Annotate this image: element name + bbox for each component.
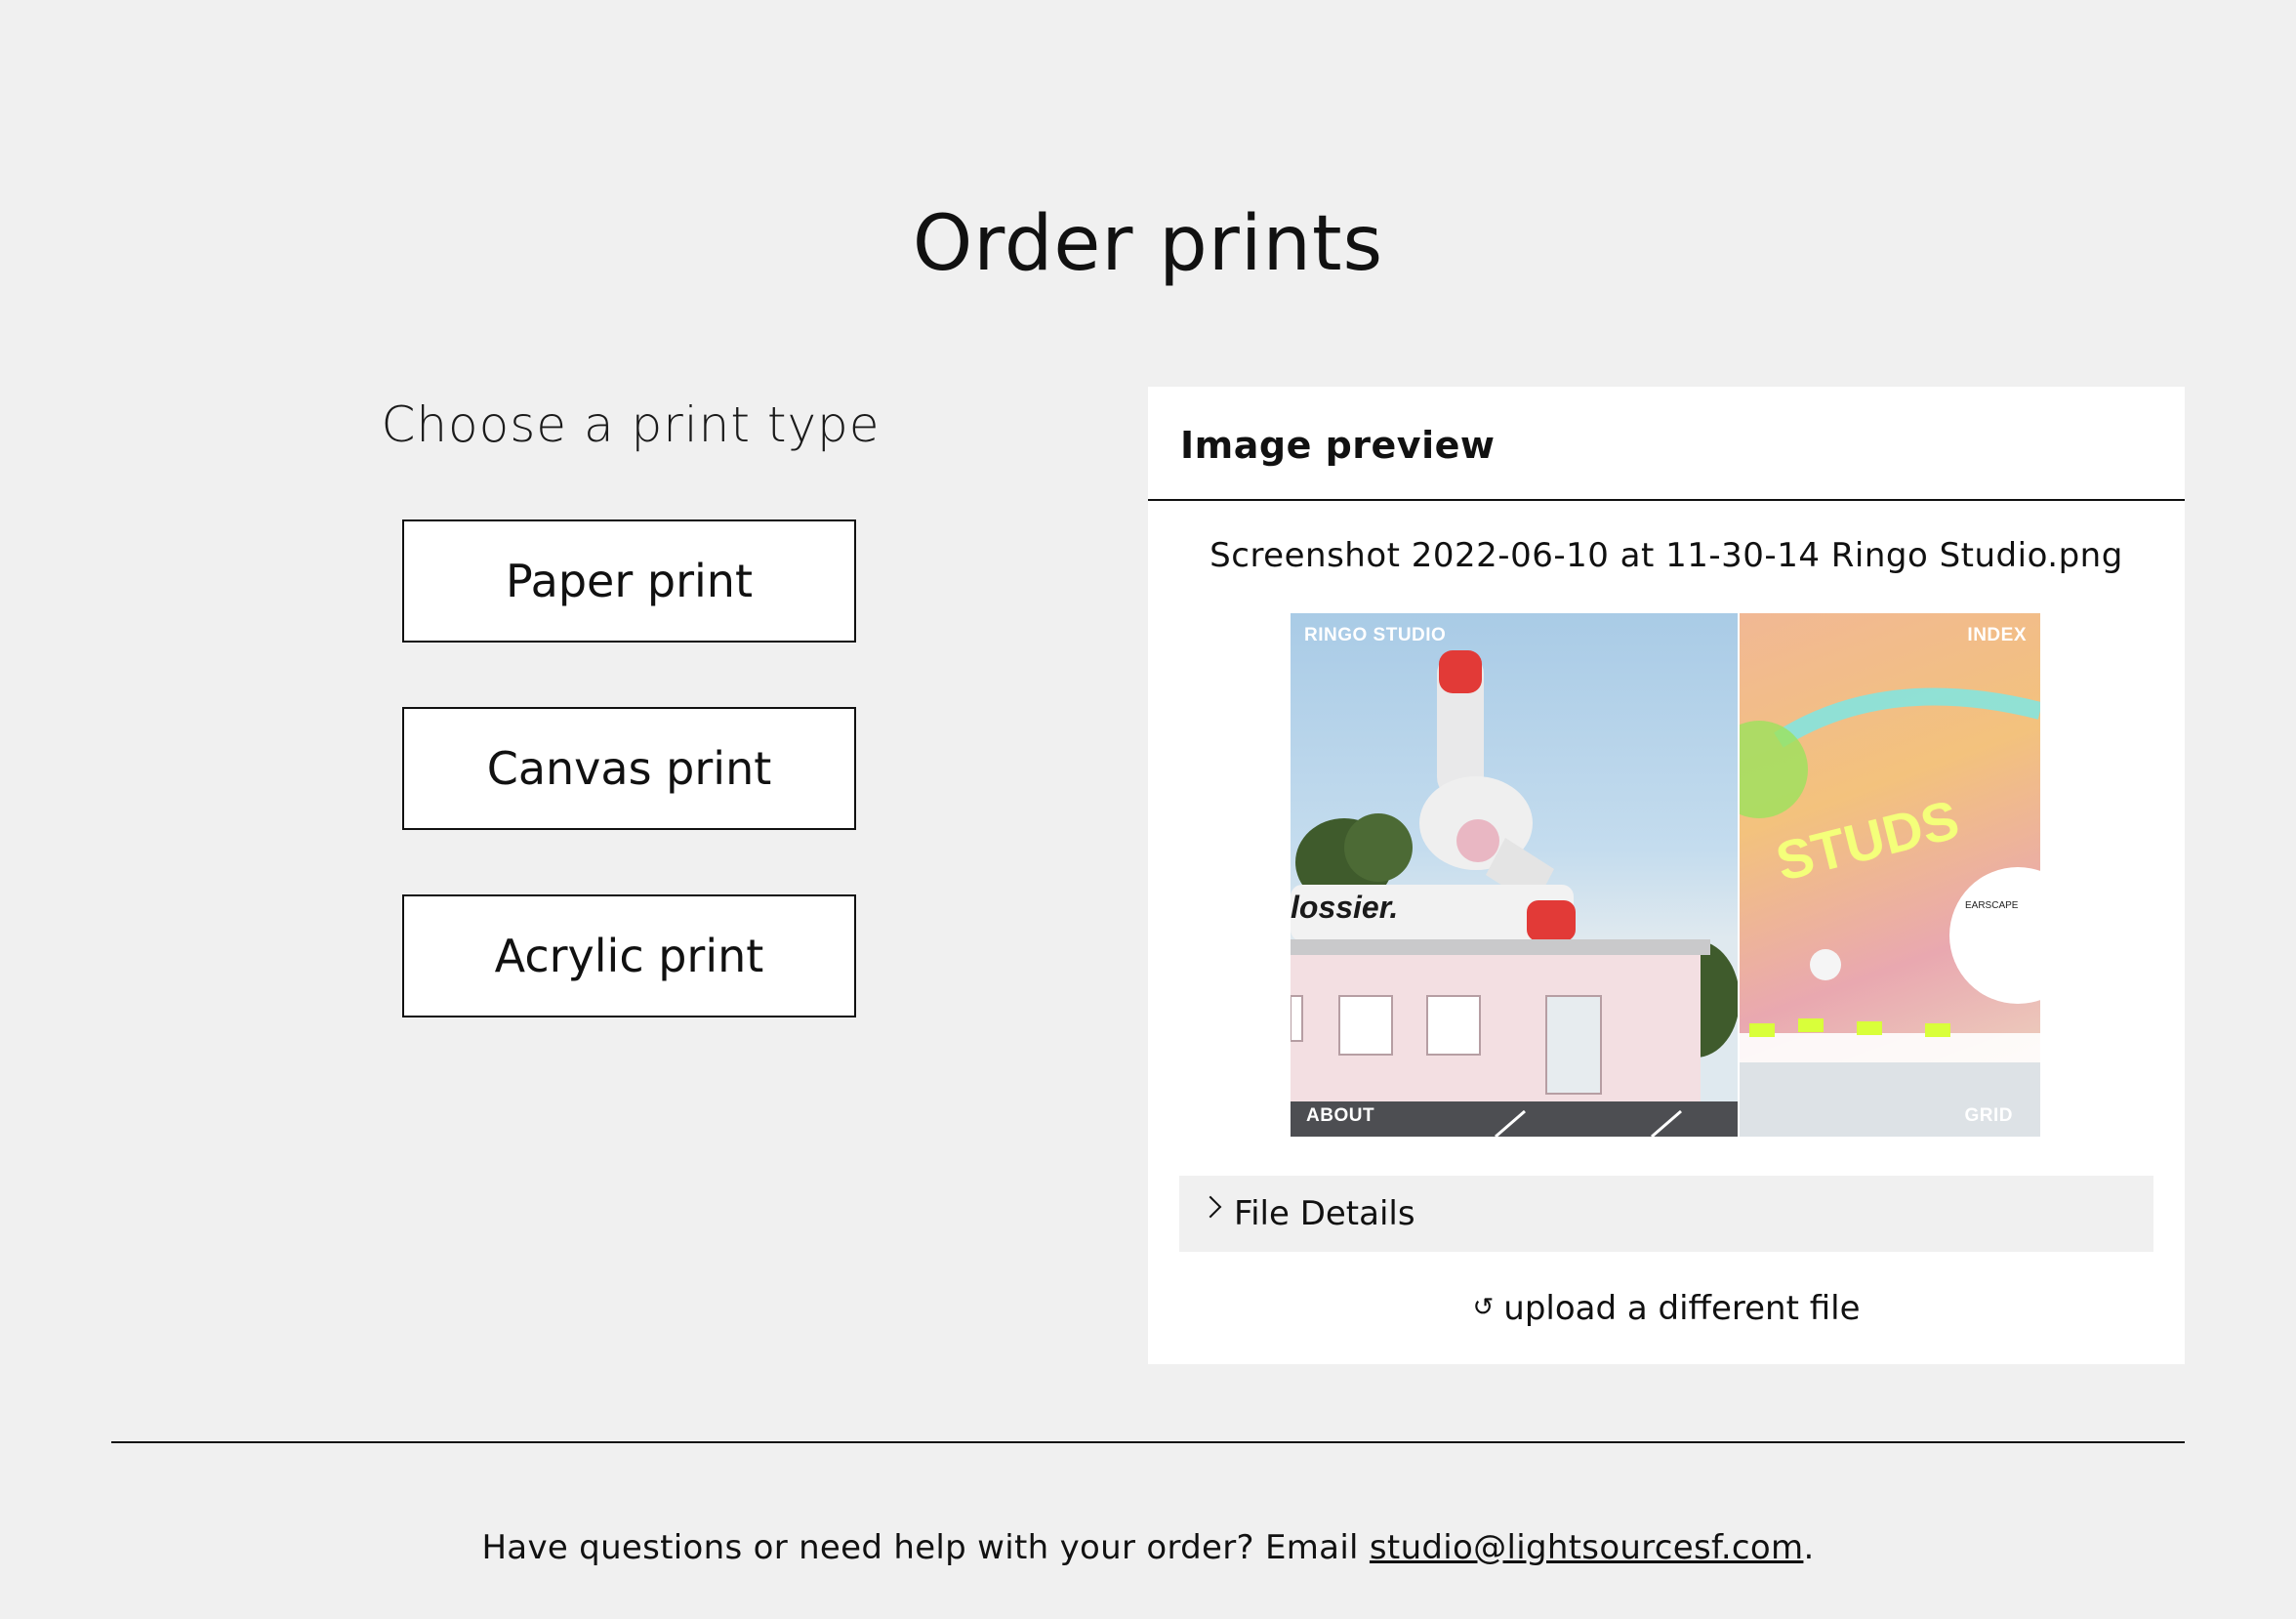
upload-label: upload a different file [1503,1289,1861,1328]
print-type-heading: Choose a print type [381,396,881,453]
building-illustration [1291,650,1738,1137]
image-preview-card: Image preview Screenshot 2022-06-10 at 1… [1148,387,2185,1364]
image-label-grid: GRID [1964,1105,2013,1126]
preview-image: RINGO STUDIO lossier. ABOUT STUDS EARSCA… [1291,613,2040,1137]
canvas-print-button[interactable]: Canvas print [402,707,856,830]
footer-divider [111,1441,2185,1443]
file-details-label: File Details [1234,1194,1415,1233]
file-details-toggle[interactable]: File Details [1179,1176,2153,1252]
support-email-link[interactable]: studio@lightsourcesf.com [1370,1528,1804,1567]
image-label-ringo-studio: RINGO STUDIO [1304,625,1447,645]
chevron-right-icon [1199,1195,1222,1219]
footer-text-suffix: . [1803,1528,1815,1567]
image-label-about: ABOUT [1306,1105,1375,1126]
footer-help-text: Have questions or need help with your or… [0,1523,2296,1572]
reload-icon: ↺ [1472,1293,1495,1322]
preview-image-right-panel: STUDS EARSCAPE INDEX GRID [1740,613,2040,1137]
image-label-index: INDEX [1967,625,2027,645]
footer-text-prefix: Have questions or need help with your or… [481,1528,1370,1567]
image-brand-text: lossier. [1291,890,1399,925]
image-poster-text: EARSCAPE [1965,900,2019,911]
file-name: Screenshot 2022-06-10 at 11-30-14 Ringo … [1210,536,2123,575]
image-preview-header: Image preview [1148,387,2185,501]
upload-different-file-link[interactable]: ↺ upload a different file [1148,1283,2185,1333]
paper-print-button[interactable]: Paper print [402,519,856,643]
preview-image-left-panel: RINGO STUDIO lossier. ABOUT [1291,613,1738,1137]
page-title: Order prints [912,200,1384,288]
acrylic-print-button[interactable]: Acrylic print [402,894,856,1017]
